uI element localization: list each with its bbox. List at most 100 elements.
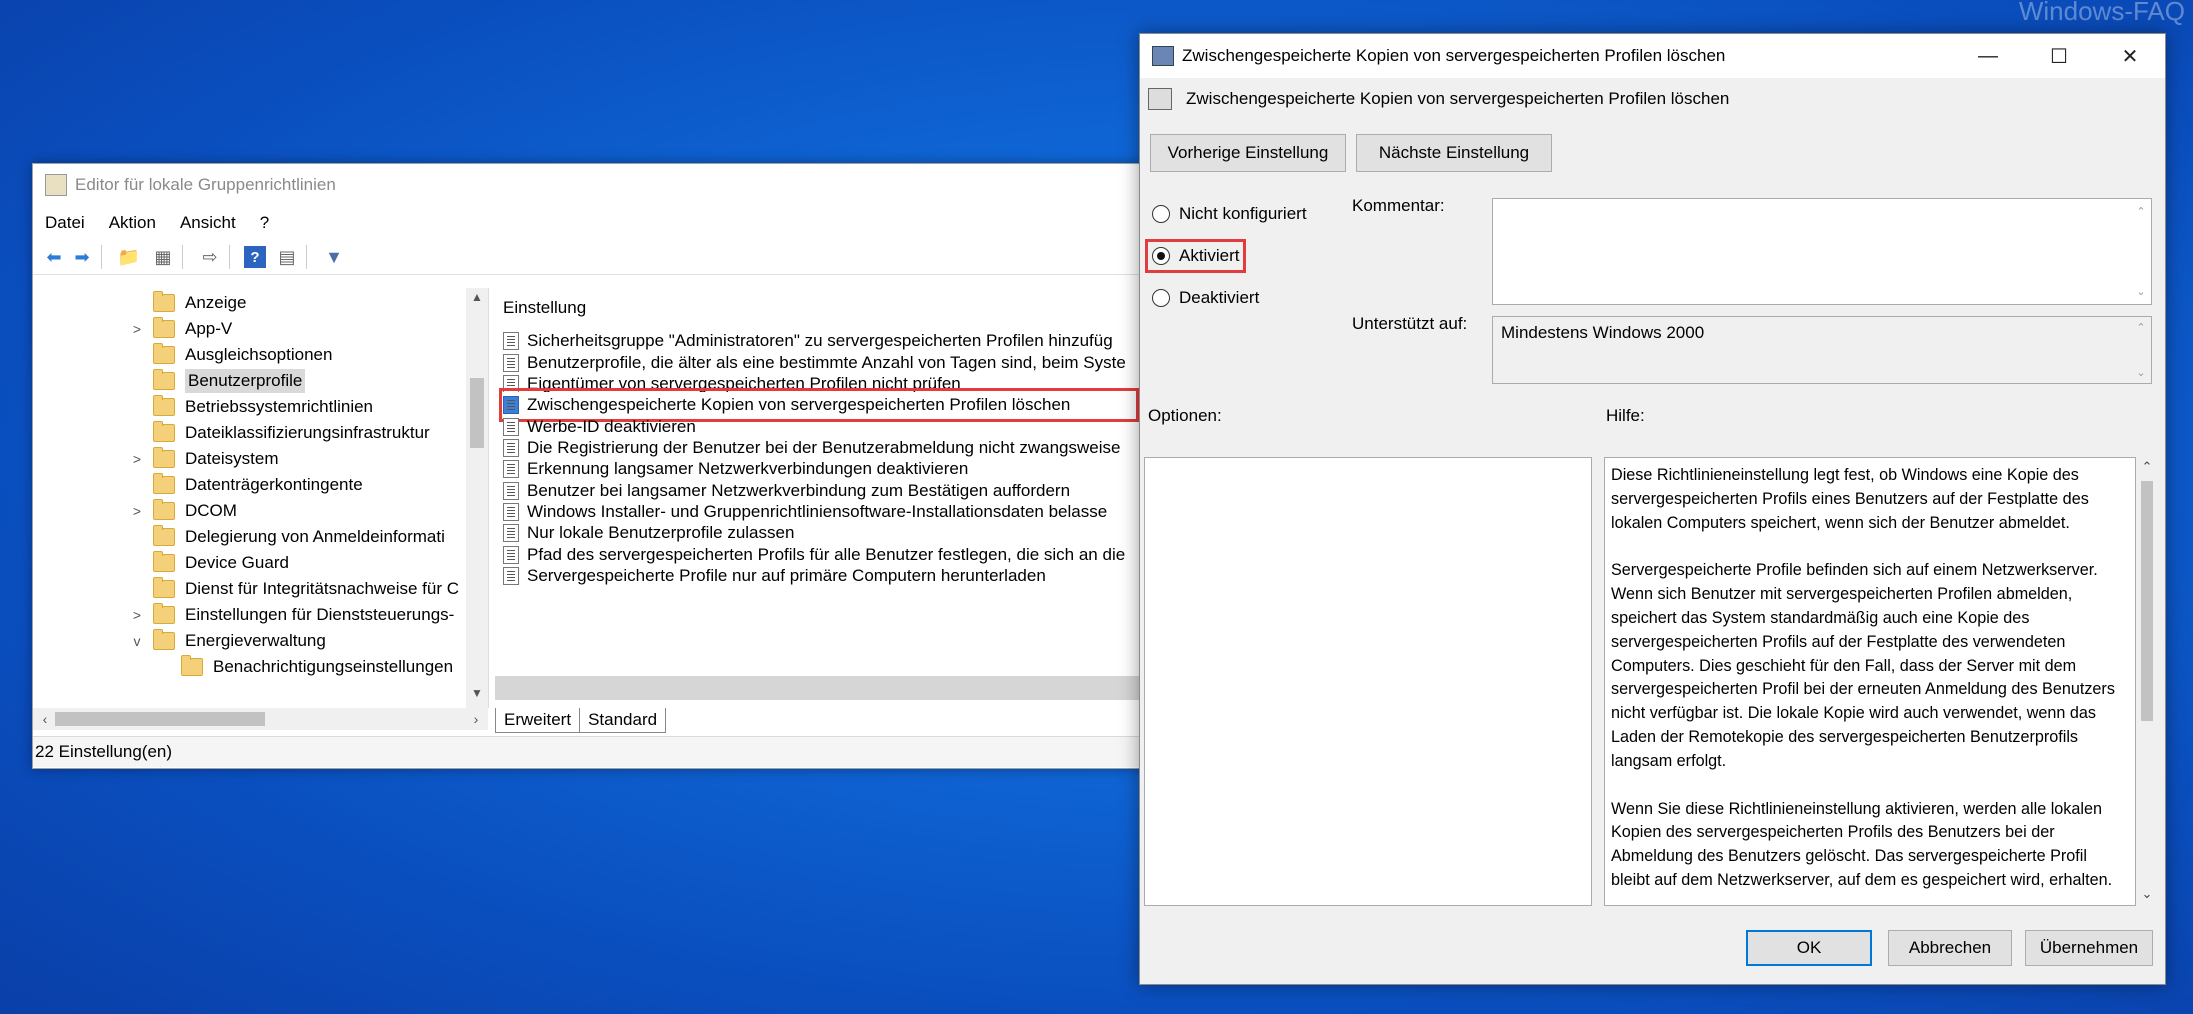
next-setting-button[interactable]: Nächste Einstellung	[1356, 134, 1552, 172]
tree-horizontal-scrollbar[interactable]: ‹ ›	[33, 708, 488, 730]
status-bar: 22 Einstellung(en)	[33, 736, 1193, 767]
tree-vertical-scrollbar[interactable]: ▲ ▼	[466, 288, 488, 708]
tree-item[interactable]: Benachrichtigungseinstellungen	[157, 654, 453, 680]
previous-setting-button[interactable]: Vorherige Einstellung	[1150, 134, 1346, 172]
scroll-thumb[interactable]	[2141, 481, 2153, 721]
view-tabs: Erweitert Standard	[495, 708, 667, 733]
tree-item[interactable]: Delegierung von Anmeldeinformati	[129, 524, 445, 550]
forward-arrow-icon[interactable]: ➡	[69, 244, 95, 270]
tree-item[interactable]: Device Guard	[129, 550, 289, 576]
supported-scrollbar[interactable]: ⌃ ⌄	[2131, 317, 2151, 383]
scroll-up-icon[interactable]: ⌃	[2131, 205, 2151, 218]
show-hide-tree-icon[interactable]: ▦	[150, 244, 176, 270]
chevron-down-icon[interactable]: v	[129, 633, 145, 649]
folder-icon	[153, 473, 175, 494]
policy-setting-icon	[503, 332, 519, 350]
list-item-label: Werbe-ID deaktivieren	[527, 417, 696, 436]
dialog-header-title: Zwischengespeicherte Kopien von serverge…	[1186, 89, 1730, 108]
list-item-label: Sicherheitsgruppe "Administratoren" zu s…	[527, 331, 1113, 350]
comment-scrollbar[interactable]: ⌃ ⌄	[2131, 199, 2151, 304]
folder-icon	[153, 369, 175, 390]
tree-item[interactable]: Ausgleichsoptionen	[129, 342, 332, 368]
help-panel: Diese Richtlinieneinstellung legt fest, …	[1604, 457, 2136, 906]
radio-circle[interactable]	[1152, 247, 1170, 265]
policy-app-icon	[1152, 46, 1174, 66]
radio-disabled[interactable]: Deaktiviert	[1152, 288, 1259, 308]
cancel-button[interactable]: Abbrechen	[1888, 930, 2012, 966]
policy-setting-icon	[503, 354, 519, 372]
menu-datei[interactable]: Datei	[33, 210, 97, 236]
chevron-right-icon[interactable]: >	[129, 451, 145, 467]
list-item[interactable]: Servergespeicherte Profile nur auf primä…	[503, 563, 1046, 589]
menu-ansicht[interactable]: Ansicht	[168, 210, 248, 236]
scroll-up-icon[interactable]: ▲	[466, 290, 488, 310]
radio-circle[interactable]	[1152, 205, 1170, 223]
help-icon[interactable]: ?	[244, 246, 266, 268]
toolbar-separator	[101, 245, 102, 269]
tree-item-benutzerprofile[interactable]: Benutzerprofile	[129, 368, 306, 394]
tree-item[interactable]: v Energieverwaltung	[129, 628, 326, 654]
scroll-down-icon[interactable]: ⌄	[2136, 886, 2158, 902]
chevron-right-icon[interactable]: >	[129, 503, 145, 519]
scroll-up-icon[interactable]: ⌃	[2131, 321, 2151, 334]
scroll-right-icon[interactable]: ›	[466, 708, 486, 730]
editor-app-icon	[45, 174, 67, 196]
tree-item[interactable]: > Dateisystem	[129, 446, 279, 472]
editor-toolbar: ⬅ ➡ 📁 ▦ ⇨ ? ▤ ▼	[33, 240, 1193, 275]
export-list-icon[interactable]: ⇨	[197, 244, 223, 270]
tree-item[interactable]: Dienst für Integritätsnachweise für C	[129, 576, 459, 602]
back-arrow-icon[interactable]: ⬅	[41, 244, 67, 270]
watermark: Windows-FAQ	[2018, 0, 2185, 26]
tree-item-label: Dateisystem	[185, 449, 279, 468]
tree-item[interactable]: Dateiklassifizierungsinfrastruktur	[129, 420, 430, 446]
folder-icon	[181, 655, 203, 676]
tree-item[interactable]: > Einstellungen für Dienststeuerungs-	[129, 602, 454, 628]
policy-setting-icon	[503, 482, 519, 500]
help-scrollbar[interactable]: ⌃ ⌄	[2136, 457, 2158, 904]
column-header-einstellung[interactable]: Einstellung	[503, 298, 586, 318]
scroll-down-icon[interactable]: ⌄	[2131, 285, 2151, 298]
radio-enabled[interactable]: Aktiviert	[1144, 239, 1247, 273]
tab-standard[interactable]: Standard	[579, 708, 667, 733]
folder-icon	[153, 317, 175, 338]
minimize-icon[interactable]: —	[1953, 34, 2023, 78]
scroll-thumb[interactable]	[470, 378, 484, 448]
tab-erweitert[interactable]: Erweitert	[495, 708, 581, 733]
list-item-label: Benutzer bei langsamer Netzwerkverbindun…	[527, 481, 1071, 500]
close-icon[interactable]: ✕	[2095, 34, 2165, 78]
policy-setting-dialog: Zwischengespeicherte Kopien von serverge…	[1139, 33, 2166, 985]
scroll-up-icon[interactable]: ⌃	[2136, 459, 2158, 475]
policy-setting-icon	[503, 418, 519, 436]
scroll-down-icon[interactable]: ▼	[466, 686, 488, 706]
chevron-right-icon[interactable]: >	[129, 321, 145, 337]
tree-item[interactable]: Anzeige	[129, 290, 246, 316]
filter-icon[interactable]: ▼	[321, 244, 347, 270]
chevron-right-icon[interactable]: >	[129, 607, 145, 623]
comment-textarea[interactable]: ⌃ ⌄	[1492, 198, 2152, 305]
properties-icon[interactable]: ▤	[274, 244, 300, 270]
radio-label: Deaktiviert	[1179, 288, 1260, 307]
maximize-icon[interactable]: ☐	[2024, 34, 2094, 78]
tree-item[interactable]: > App-V	[129, 316, 232, 342]
tree-item[interactable]: Betriebssystemrichtlinien	[129, 394, 373, 420]
tree-item-label: Einstellungen für Dienststeuerungs-	[185, 605, 455, 624]
policy-tree: Anzeige > App-V Ausgleichsoptionen Benutz…	[33, 288, 489, 708]
up-folder-icon[interactable]: 📁	[116, 244, 142, 270]
scroll-thumb[interactable]	[55, 712, 265, 726]
scroll-down-icon[interactable]: ⌄	[2131, 366, 2151, 379]
menu-help[interactable]: ?	[248, 210, 281, 236]
policy-setting-icon	[503, 567, 519, 585]
tree-item-label: Benutzerprofile	[185, 369, 306, 393]
tree-item[interactable]: > DCOM	[129, 498, 237, 524]
list-item-label: Eigentümer von servergespeicherten Profi…	[527, 374, 961, 393]
radio-not-configured[interactable]: Nicht konfiguriert	[1152, 204, 1307, 224]
policy-setting-icon	[503, 396, 519, 414]
list-horizontal-scrollbar[interactable]	[495, 676, 1193, 700]
radio-circle[interactable]	[1152, 289, 1170, 307]
menu-aktion[interactable]: Aktion	[97, 210, 168, 236]
ok-button[interactable]: OK	[1746, 930, 1872, 966]
apply-button[interactable]: Übernehmen	[2025, 930, 2153, 966]
tree-item-label: App-V	[185, 319, 233, 338]
scroll-left-icon[interactable]: ‹	[35, 708, 55, 730]
tree-item[interactable]: Datenträgerkontingente	[129, 472, 363, 498]
